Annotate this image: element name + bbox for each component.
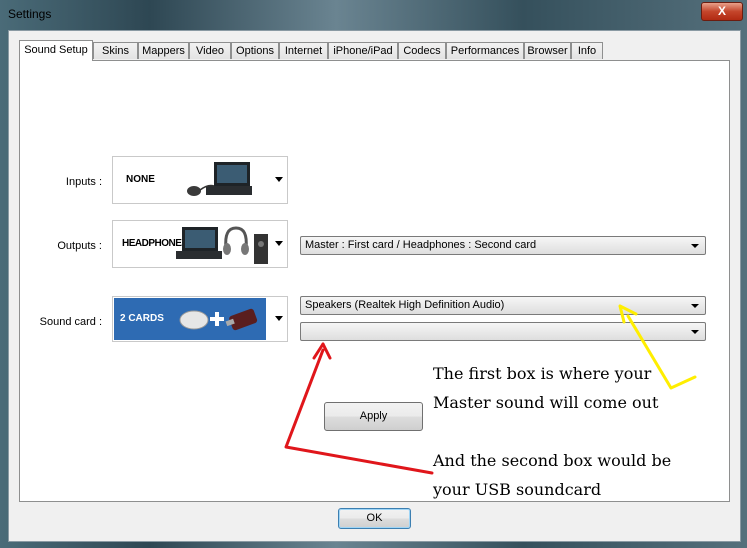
tab-sound-setup[interactable]: Sound Setup xyxy=(19,40,93,61)
window-frame: Settings X Sound Setup Skins Mappers Vid… xyxy=(0,0,747,548)
red-arrow xyxy=(284,342,434,475)
annotation-arrows xyxy=(284,304,697,475)
yellow-arrow xyxy=(618,304,697,390)
